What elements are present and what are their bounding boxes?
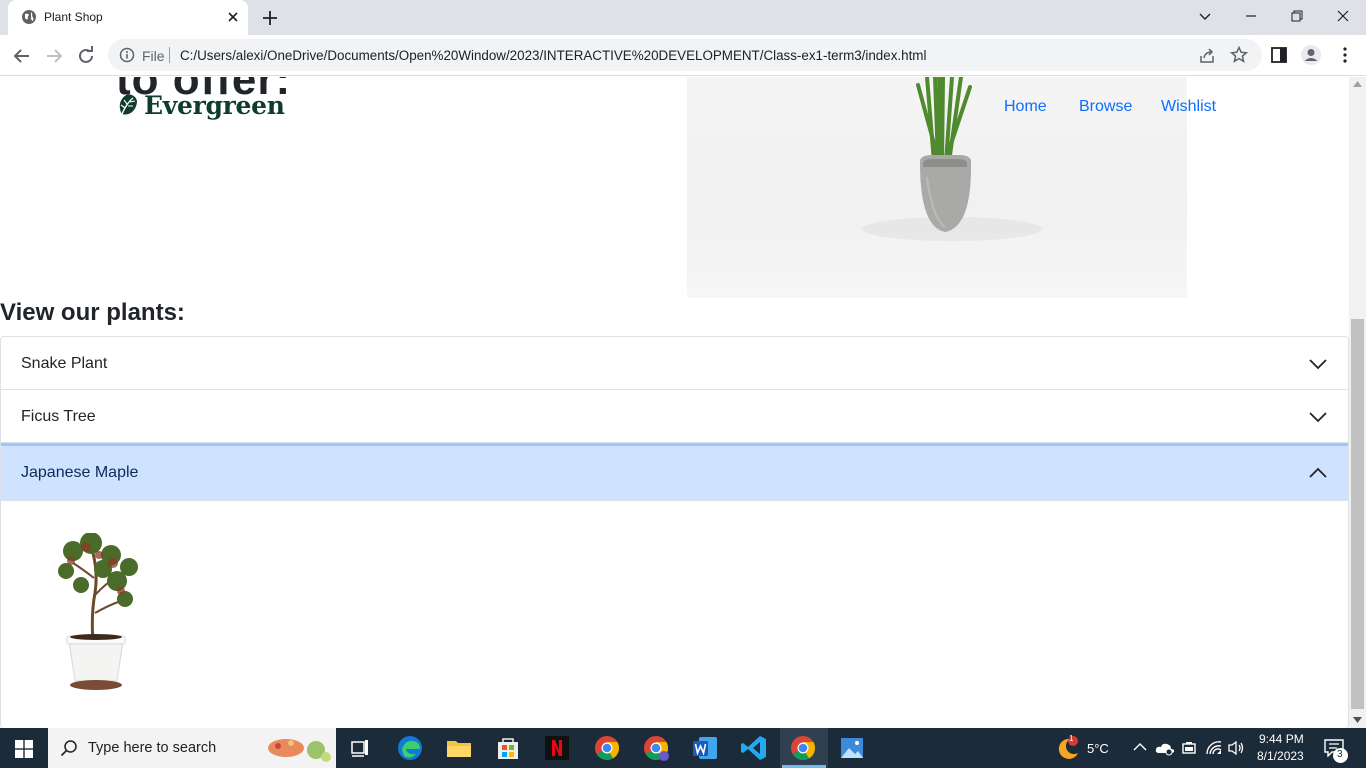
accordion-item-ficus-tree[interactable]: Ficus Tree — [1, 390, 1348, 443]
accordion-item-snake-plant[interactable]: Snake Plant — [1, 337, 1348, 390]
nav-link-browse[interactable]: Browse — [1079, 98, 1132, 116]
weather-badge: 1 — [1069, 734, 1074, 743]
close-icon — [1337, 10, 1349, 22]
scroll-down-arrow-icon[interactable] — [1353, 717, 1362, 723]
tab-title: Plant Shop — [44, 10, 103, 24]
address-bar[interactable]: File C:/Users/alexi/OneDrive/Documents/O… — [108, 39, 1262, 71]
browser-tabstrip: Plant Shop — [0, 0, 1366, 35]
accordion-label: Ficus Tree — [21, 408, 96, 425]
forward-arrow-icon[interactable] — [42, 44, 66, 68]
scheme-label: File — [142, 48, 165, 64]
search-placeholder: Type here to search — [88, 740, 217, 756]
close-window-button[interactable] — [1320, 0, 1366, 32]
edge-icon[interactable] — [394, 732, 426, 764]
url-text[interactable]: C:/Users/alexi/OneDrive/Documents/Open%2… — [180, 48, 926, 63]
minimize-icon — [1246, 15, 1256, 17]
chevron-down-icon — [1309, 412, 1327, 423]
file-explorer-icon[interactable] — [443, 732, 475, 764]
notification-badge: 3 — [1333, 748, 1348, 763]
microsoft-store-icon[interactable] — [492, 732, 524, 764]
chevron-up-icon[interactable] — [1133, 742, 1147, 752]
word-icon[interactable] — [689, 732, 721, 764]
new-tab-icon[interactable] — [259, 7, 281, 29]
omnibox-separator — [169, 47, 170, 63]
search-icon — [60, 740, 77, 757]
notification-count: 3 — [1337, 749, 1343, 760]
share-icon[interactable] — [1198, 47, 1216, 65]
wifi-icon[interactable] — [1205, 740, 1223, 756]
nav-link-wishlist[interactable]: Wishlist — [1161, 98, 1216, 116]
accordion-item-japanese-maple[interactable]: Japanese Maple — [1, 443, 1348, 501]
close-tab-icon[interactable] — [224, 8, 242, 26]
windows-logo-icon — [15, 740, 33, 758]
page-viewport: to offer: Evergreen Home Browse Wishlist… — [0, 77, 1366, 728]
battery-icon[interactable] — [1181, 740, 1197, 756]
plants-accordion: Snake Plant Ficus Tree Japanese Maple — [0, 336, 1349, 728]
task-view-icon[interactable] — [344, 732, 376, 764]
chevron-down-icon — [1309, 359, 1327, 370]
chevron-up-icon — [1309, 467, 1327, 478]
clock-time[interactable]: 9:44 PM — [1259, 732, 1304, 746]
vscode-icon[interactable] — [738, 732, 770, 764]
browser-toolbar: File C:/Users/alexi/OneDrive/Documents/O… — [0, 35, 1366, 76]
restore-icon — [1291, 10, 1303, 22]
profile-avatar-icon[interactable] — [1300, 44, 1322, 66]
start-button[interactable] — [0, 728, 48, 768]
clock-date[interactable]: 8/1/2023 — [1257, 749, 1304, 763]
section-title: View our plants: — [0, 299, 185, 326]
chrome-active-icon[interactable] — [787, 732, 819, 764]
minimize-button[interactable] — [1228, 0, 1274, 32]
browser-tab[interactable]: Plant Shop — [8, 0, 248, 35]
leaf-logo-icon — [119, 94, 137, 115]
kebab-menu-icon[interactable] — [1334, 44, 1356, 66]
accordion-body-japanese-maple — [1, 501, 1348, 728]
site-logo[interactable]: Evergreen — [116, 90, 285, 120]
accordion-label: Snake Plant — [21, 355, 108, 372]
chevron-down-icon — [1199, 13, 1211, 20]
back-arrow-icon[interactable] — [10, 44, 34, 68]
taskbar-search[interactable]: Type here to search — [48, 728, 336, 768]
weather-temp[interactable]: 5°C — [1087, 741, 1109, 756]
page-scrollbar[interactable] — [1349, 77, 1366, 728]
logo-text: Evergreen — [144, 90, 285, 120]
onedrive-cloud-icon[interactable] — [1155, 740, 1175, 756]
scrollbar-thumb[interactable] — [1351, 319, 1364, 709]
search-highlight-decoration-icon — [268, 739, 331, 762]
japanese-maple-image — [58, 533, 138, 690]
photos-icon[interactable] — [836, 732, 868, 764]
windows-taskbar: Type here to search 1 5°C 9:44 PM 8/1/20… — [0, 728, 1366, 768]
chrome-icon[interactable] — [591, 732, 623, 764]
netflix-icon[interactable] — [541, 732, 573, 764]
tab-search-button[interactable] — [1182, 0, 1228, 32]
chrome-profile-icon[interactable] — [640, 732, 672, 764]
nav-link-home[interactable]: Home — [1004, 98, 1047, 116]
restore-button[interactable] — [1274, 0, 1320, 32]
globe-icon — [22, 10, 36, 24]
scroll-up-arrow-icon[interactable] — [1353, 81, 1362, 87]
side-panel-icon[interactable] — [1268, 44, 1290, 66]
reload-icon[interactable] — [74, 44, 98, 68]
speaker-icon[interactable] — [1227, 740, 1245, 756]
accordion-label: Japanese Maple — [21, 464, 139, 481]
bookmark-star-icon[interactable] — [1230, 46, 1248, 64]
info-icon[interactable] — [119, 47, 135, 63]
